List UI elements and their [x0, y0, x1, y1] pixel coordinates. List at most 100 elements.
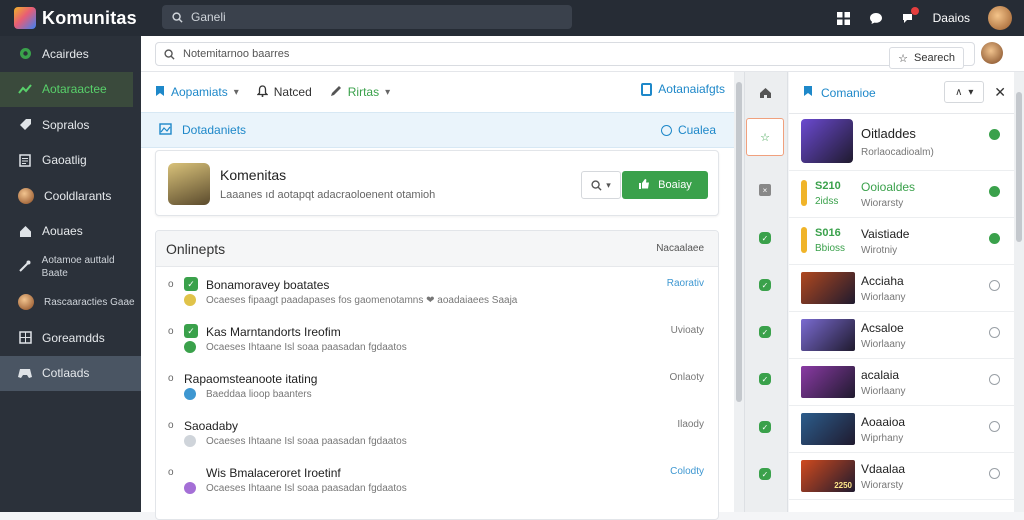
search-button-label: Searech [914, 52, 955, 64]
image-icon [159, 122, 172, 138]
global-search-placeholder: Ganeli [191, 10, 226, 24]
close-icon[interactable]: ✕ [994, 84, 1006, 101]
community-search-input[interactable]: Notemitarnoo baarres ☆ Searech [155, 42, 975, 69]
item-title: Oitladdes [861, 126, 916, 141]
item-subtitle: Wiorlaany [861, 339, 906, 350]
radio-icon[interactable] [989, 374, 1000, 385]
center-scrollbar[interactable] [734, 72, 744, 512]
bullet-icon: o [168, 279, 174, 290]
online-panel: Onlinepts Nacaalaee o ✓ Bonamoravey boat… [155, 230, 719, 520]
item-price: S210 [815, 180, 841, 192]
check-icon: ✓ [184, 324, 198, 338]
chevron-down-icon: ▾ [385, 86, 391, 98]
list-item[interactable]: Aoaaioa Wiprhany [789, 406, 1014, 453]
sidebar-item-label: Gaoatlig [42, 153, 87, 168]
app-logo[interactable]: Komunitas [0, 7, 160, 29]
notification-badge [910, 7, 919, 15]
community-subtitle: Laaanes ıd aotapqt adacraoloenent otamio… [220, 189, 436, 201]
status-icon [184, 482, 196, 494]
right-scrollbar[interactable] [1014, 72, 1024, 512]
list-item[interactable]: S210 2idss Ooioaldes Wiorarsty [789, 171, 1014, 218]
status-icon [184, 388, 196, 400]
tab-2[interactable]: Rirtas ▾ [330, 85, 390, 100]
price-pill [801, 180, 807, 206]
sub-bar: Notemitarnoo baarres ☆ Searech [141, 36, 1024, 72]
list-item[interactable]: o ✓ Kas Marntandorts Ireofim Ocaeses Iht… [156, 314, 718, 361]
tab-label: Rirtas [347, 85, 380, 99]
radio-icon[interactable] [989, 280, 1000, 291]
radio-icon[interactable] [989, 327, 1000, 338]
bullet-icon: o [168, 420, 174, 431]
sort-dropdown[interactable]: ∧ ▾ [944, 81, 985, 103]
sidebar-item-7[interactable]: Rascaaracties Gaae [0, 285, 141, 321]
list-item[interactable]: Oitladdes Rorlaocadioalm) [789, 114, 1014, 171]
tab-bar: Aopamiats ▾ Natced Rirtas ▾ Aotanaiafgts [155, 82, 725, 102]
close-icon[interactable]: × [759, 184, 771, 196]
list-item-title: Kas Marntandorts Ireofim [206, 325, 341, 339]
sidebar-item-5[interactable]: Aouaes [0, 214, 141, 250]
list-item-subtitle: Ocaeses fipaagt paadapases fos gaomenota… [206, 295, 518, 306]
game-thumbnail [801, 319, 855, 351]
list-item[interactable]: o ✓ Bonamoravey boatates Ocaeses fipaagt… [156, 267, 718, 314]
info-left-label[interactable]: Dotadaniets [182, 123, 246, 137]
global-search[interactable]: Ganeli [162, 5, 572, 29]
info-right-link[interactable]: Cualea [660, 123, 716, 137]
tab-1[interactable]: Natced [256, 84, 312, 100]
online-header: Onlinepts Nacaalaee [156, 231, 718, 267]
list-item[interactable]: Acciaha Wiorlaany [789, 265, 1014, 312]
sidebar-item-4[interactable]: Cooldlarants [0, 178, 141, 214]
home-icon[interactable] [756, 84, 774, 102]
status-dot-icon[interactable] [989, 186, 1000, 197]
sidebar-item-3[interactable]: Gaoatlig [0, 143, 141, 179]
top-bar: Komunitas Ganeli Daaios [0, 0, 1024, 36]
list-item-title: Bonamoravey boatates [206, 278, 330, 292]
star-icon[interactable]: ☆ [746, 118, 784, 156]
item-title: Vaistiade [861, 227, 910, 241]
sidebar-item-8[interactable]: Goreamdds [0, 320, 141, 356]
check-icon[interactable]: ✓ [759, 232, 771, 244]
radio-icon[interactable] [989, 421, 1000, 432]
thumbs-up-icon [638, 178, 650, 192]
sidebar-item-1[interactable]: Aotaraactee [0, 71, 133, 107]
sidebar-item-9[interactable]: Cotlaads [0, 355, 141, 391]
grid-icon [18, 331, 32, 345]
status-dot-icon[interactable] [989, 129, 1000, 140]
notifications-icon[interactable] [901, 7, 919, 25]
list-item[interactable]: S016 Bbioss Vaistiade Wirotniy [789, 218, 1014, 265]
sidebar-item-6[interactable]: Aotamoe auttald Baate [0, 249, 141, 285]
avatar [18, 187, 34, 204]
check-icon[interactable]: ✓ [759, 326, 771, 338]
join-button-label: Boaiay [658, 179, 692, 191]
tab-right-link[interactable]: Aotanaiafgts [641, 82, 725, 96]
item-subtitle: Wiorarsty [861, 480, 904, 491]
status-dot-icon[interactable] [989, 233, 1000, 244]
join-button[interactable]: Boaiay [622, 171, 708, 199]
sidebar-item-label: Aouaes [42, 224, 83, 239]
list-item[interactable]: o Wis Bmalaceroret Iroetinf Ocaeses Ihta… [156, 455, 718, 502]
online-right-label[interactable]: Nacaalaee [656, 243, 704, 254]
list-item[interactable]: Acsaloe Wiorlaany [789, 312, 1014, 359]
check-icon[interactable]: ✓ [759, 421, 771, 433]
apps-grid-icon[interactable] [837, 11, 851, 25]
radio-icon[interactable] [989, 468, 1000, 479]
tab-0[interactable]: Aopamiats ▾ [155, 85, 239, 100]
community-image [168, 163, 210, 205]
right-panel-header: Comanioe ∧ ▾ ✕ [789, 72, 1014, 114]
avatar[interactable] [981, 42, 1003, 64]
search-button[interactable]: ☆ Searech [889, 47, 964, 69]
list-item[interactable]: o Rapaomsteanoote itating Baeddaa lioop … [156, 361, 718, 408]
list-item[interactable]: o Saoadaby Ocaeses Ihtaane Isl soaa paas… [156, 408, 718, 455]
community-search-button[interactable]: ▾ [581, 171, 621, 199]
list-item[interactable]: acalaia Wiorlaany [789, 359, 1014, 406]
check-icon[interactable]: ✓ [759, 468, 771, 480]
check-icon[interactable]: ✓ [759, 373, 771, 385]
scroll-thumb[interactable] [1016, 92, 1022, 242]
sidebar-item-2[interactable]: Sopralos [0, 107, 141, 143]
chat-bubble-icon[interactable] [869, 11, 883, 25]
check-icon[interactable]: ✓ [759, 279, 771, 291]
list-item[interactable]: 2250 Vdaalaa Wiorarsty [789, 453, 1014, 500]
user-avatar[interactable] [988, 6, 1012, 30]
user-name[interactable]: Daaios [933, 11, 970, 25]
scroll-thumb[interactable] [736, 82, 742, 402]
sidebar-item-0[interactable]: Acairdes [0, 36, 141, 72]
